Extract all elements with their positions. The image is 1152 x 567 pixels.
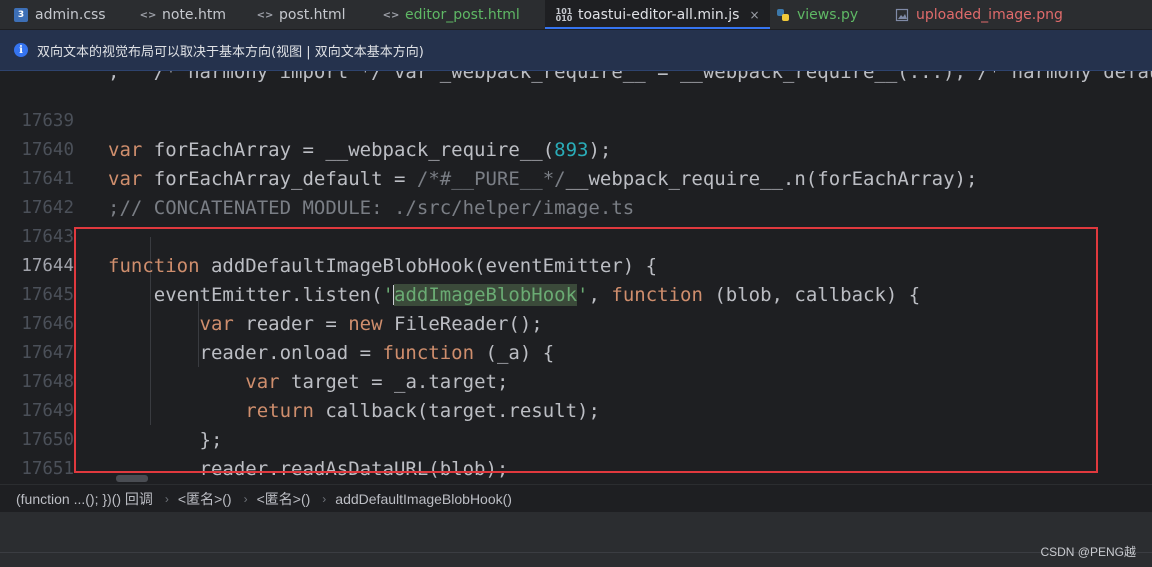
breadcrumb-item[interactable]: addDefaultImageBlobHook() <box>335 491 512 507</box>
python-file-icon <box>776 8 790 22</box>
tab-label: uploaded_image.png <box>916 7 1063 23</box>
banner-text: 双向文本的视觉布局可以取决于基本方向(视图 | 双向文本基本方向) <box>37 44 424 60</box>
css-file-icon: 3 <box>14 8 28 22</box>
divider <box>0 552 1152 553</box>
code-line: 17643 function addDefaultImageBlobHook(e… <box>0 194 1152 277</box>
code-line: 17639 var forEachArray = __webpack_requi… <box>0 78 1152 161</box>
code-line: 17652 } <box>0 455 1152 484</box>
chevron-right-icon: › <box>164 491 169 506</box>
editor-tab-bar: 3 admin.css <> note.htm <> post.html <> … <box>0 0 1152 30</box>
tab-post-html[interactable]: <> post.html <box>256 0 346 29</box>
breadcrumb: (function ...(); })() 回调 › <匿名>() › <匿名>… <box>0 484 1152 512</box>
chevron-right-icon: › <box>322 491 327 506</box>
breadcrumb-item[interactable]: <匿名>() <box>257 489 311 509</box>
code-line: 17641 ;// CONCATENATED MODULE: ./src/hel… <box>0 136 1152 219</box>
tab-views-py[interactable]: views.py <box>776 0 859 29</box>
info-icon: i <box>14 43 28 57</box>
tab-uploaded-image-png[interactable]: uploaded_image.png <box>895 0 1063 29</box>
tab-label: note.htm <box>162 7 226 23</box>
code-line: 17651 }); <box>0 426 1152 479</box>
close-icon[interactable]: × <box>749 8 759 22</box>
watermark-text: CSDN @PENG越 <box>1040 545 1136 559</box>
tab-admin-css[interactable]: 3 admin.css <box>14 0 106 29</box>
chevron-right-icon: › <box>243 491 248 506</box>
breadcrumb-item[interactable]: (function ...(); })() 回调 <box>16 489 153 509</box>
code-editor[interactable]: ; /* harmony import */ var _webpack_requ… <box>0 71 1152 484</box>
horizontal-scrollbar-thumb[interactable] <box>116 475 148 482</box>
tab-label: toastui-editor-all.min.js <box>578 7 740 23</box>
bidi-notification-banner: i 双向文本的视觉布局可以取决于基本方向(视图 | 双向文本基本方向) <box>0 30 1152 71</box>
code-line: 17645 var reader = new FileReader(); <box>0 252 1152 335</box>
tab-label: admin.css <box>35 7 106 23</box>
tab-editor-post-html[interactable]: <> editor_post.html <box>382 0 520 29</box>
code-line: 17647 var target = _a.target; <box>0 310 1152 393</box>
tab-note-htm[interactable]: <> note.htm <box>139 0 226 29</box>
tab-label: editor_post.html <box>405 7 520 23</box>
html-file-icon: <> <box>256 9 274 21</box>
html-file-icon: <> <box>382 9 400 21</box>
tab-label: views.py <box>797 7 859 23</box>
code-line: 17650 reader.readAsDataURL(blob); <box>0 397 1152 480</box>
image-file-icon <box>895 8 909 22</box>
code-line: 17646 reader.onload = function (_a) { <box>0 281 1152 364</box>
binary-file-icon: 101 010 <box>555 7 573 23</box>
code-line: 17648 return callback(target.result); <box>0 339 1152 422</box>
code-line: 17640 var forEachArray_default = /*#__PU… <box>0 107 1152 190</box>
code-line: 17642 <box>0 165 1152 218</box>
bottom-panel-strip: CSDN @PENG越 <box>0 512 1152 567</box>
code-line: 17649 }; <box>0 368 1152 451</box>
tab-toastui-editor-all-min-js[interactable]: 101 010 toastui-editor-all.min.js × <box>545 0 770 29</box>
html-file-icon: <> <box>139 9 157 21</box>
code-line-current: 17644 eventEmitter.listen('addImageBlobH… <box>0 223 1152 306</box>
tab-label: post.html <box>279 7 346 23</box>
breadcrumb-item[interactable]: <匿名>() <box>178 489 232 509</box>
